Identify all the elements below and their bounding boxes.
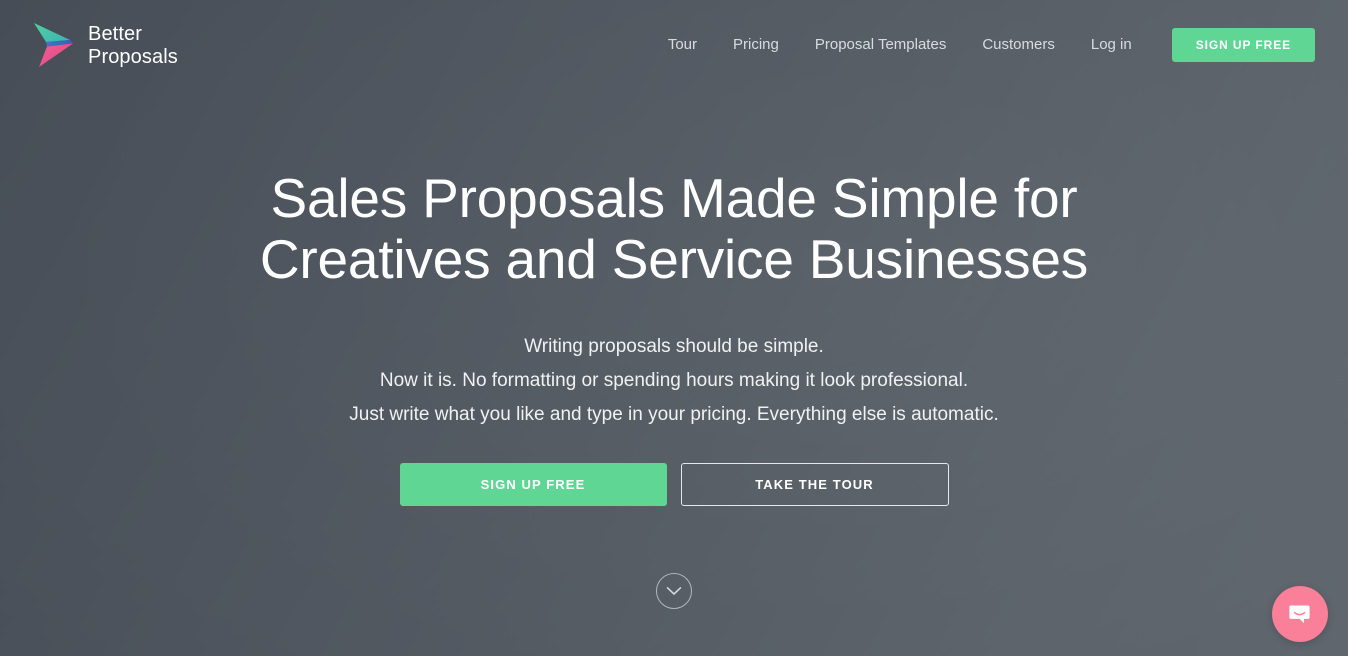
brand-logo-link[interactable]: Better Proposals bbox=[32, 20, 178, 70]
chevron-down-icon bbox=[666, 587, 682, 595]
nav-item-customers[interactable]: Customers bbox=[964, 28, 1073, 62]
hero-sign-up-free-button[interactable]: SIGN UP FREE bbox=[399, 463, 667, 506]
hero-section: Better Proposals Tour Pricing Proposal T… bbox=[0, 0, 1348, 656]
hero-headline: Sales Proposals Made Simple for Creative… bbox=[259, 167, 1089, 290]
brand-wordmark: Better Proposals bbox=[88, 22, 178, 68]
nav-item-tour[interactable]: Tour bbox=[650, 28, 715, 62]
hero-subheadline: Writing proposals should be simple. Now … bbox=[349, 336, 999, 425]
intercom-chat-bubble-icon bbox=[1289, 605, 1310, 624]
site-header: Better Proposals Tour Pricing Proposal T… bbox=[0, 0, 1348, 92]
nav-item-pricing[interactable]: Pricing bbox=[715, 28, 797, 62]
better-proposals-arrow-logo-icon bbox=[34, 23, 73, 67]
scroll-down-button[interactable] bbox=[656, 573, 692, 609]
chat-launcher-button[interactable] bbox=[1272, 586, 1328, 642]
hero-take-the-tour-button[interactable]: TAKE THE TOUR bbox=[680, 463, 949, 506]
nav-item-log-in[interactable]: Log in bbox=[1073, 28, 1150, 62]
nav-sign-up-free-button[interactable]: SIGN UP FREE bbox=[1171, 28, 1315, 62]
hero-cta-row: SIGN UP FREE TAKE THE TOUR bbox=[0, 463, 1348, 506]
nav-item-proposal-templates[interactable]: Proposal Templates bbox=[797, 28, 964, 62]
main-navigation: Tour Pricing Proposal Templates Customer… bbox=[650, 28, 1315, 62]
hero-content: Sales Proposals Made Simple for Creative… bbox=[0, 168, 1348, 506]
